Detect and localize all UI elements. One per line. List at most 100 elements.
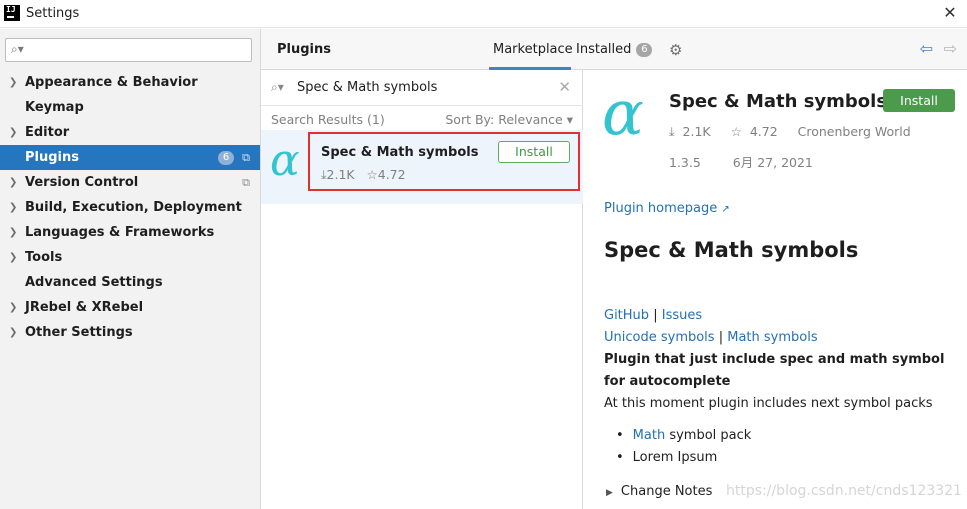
chevron-right-icon: ❯ — [9, 227, 18, 238]
sidebar-item-other-settings[interactable]: ❯ Other Settings — [0, 320, 260, 345]
settings-sidebar: ⌕▾ ❯ Appearance & Behavior Keymap ❯ Edit… — [0, 29, 261, 509]
math-symbols-link[interactable]: Math symbols — [727, 330, 817, 345]
plugin-detail-rating: 4.72 — [749, 124, 778, 139]
plugin-date: 6月 27, 2021 — [732, 155, 813, 170]
plugin-logo-icon: α — [602, 76, 644, 149]
sidebar-item-build-execution-deployment[interactable]: ❯ Build, Execution, Deployment — [0, 195, 260, 220]
plugin-version-info: 1.3.5 6月 27, 2021 — [669, 152, 813, 171]
sidebar-item-label: Tools — [25, 250, 63, 265]
plugin-logo-icon: α — [270, 135, 300, 186]
settings-window: IJ Settings ✕ ⌕▾ ❯ Appearance & Behavior… — [0, 0, 967, 509]
symbol-pack-list: Math symbol pack Lorem Ipsum — [604, 425, 954, 469]
plugin-name: Spec & Math symbols — [321, 145, 479, 160]
sidebar-item-label: Editor — [25, 125, 70, 140]
description-text: At this moment plugin includes next symb… — [604, 396, 933, 411]
sidebar-item-languages-frameworks[interactable]: ❯ Languages & Frameworks — [0, 220, 260, 245]
sidebar-item-label: Advanced Settings — [25, 275, 163, 290]
plugin-stats: ⤓2.1K ☆4.72 — [321, 167, 406, 183]
plugin-list-panel: ⌕▾ Spec & Math symbols ✕ Search Results … — [261, 70, 583, 509]
installed-count-badge: 6 — [636, 43, 653, 57]
sidebar-item-label: Languages & Frameworks — [25, 225, 215, 240]
plugins-header: Plugins Marketplace Installed 6 ⚙ ⇦ ⇨ — [261, 29, 967, 70]
gear-icon[interactable]: ⚙ — [669, 41, 682, 59]
description-heading: Spec & Math symbols — [604, 238, 859, 262]
change-notes-label: Change Notes — [620, 484, 713, 499]
list-item: Lorem Ipsum — [616, 447, 954, 469]
sidebar-item-jrebel-xrebel[interactable]: ❯ JRebel & XRebel — [0, 295, 260, 320]
search-icon: ⌕▾ — [271, 80, 284, 94]
plugin-vendor[interactable]: Cronenberg World — [798, 124, 911, 139]
sidebar-item-appearance-behavior[interactable]: ❯ Appearance & Behavior — [0, 70, 260, 95]
project-settings-icon: ⧉ — [242, 176, 250, 189]
back-arrow-icon[interactable]: ⇦ — [920, 39, 933, 58]
chevron-right-icon: ❯ — [9, 252, 18, 263]
clear-icon[interactable]: ✕ — [558, 78, 571, 96]
list-item-text: symbol pack — [665, 428, 752, 443]
sidebar-item-label: JRebel & XRebel — [25, 300, 144, 315]
plugin-search-value: Spec & Math symbols — [297, 80, 438, 95]
links-row: Unicode symbols | Math symbols — [604, 330, 818, 345]
sidebar-item-editor[interactable]: ❯ Editor — [0, 120, 260, 145]
sidebar-item-label: Keymap — [25, 100, 84, 115]
sidebar-item-label: Other Settings — [25, 325, 133, 340]
triangle-right-icon: ▶ — [606, 488, 613, 498]
plugin-detail-downloads: 2.1K — [682, 124, 711, 139]
plugin-downloads: 2.1K — [326, 167, 355, 182]
sidebar-item-tools[interactable]: ❯ Tools — [0, 245, 260, 270]
sidebar-item-label: Appearance & Behavior — [25, 75, 198, 90]
sidebar-item-label: Version Control — [25, 175, 139, 190]
plugin-rating: 4.72 — [377, 167, 406, 182]
sidebar-item-advanced-settings[interactable]: Advanced Settings — [0, 270, 260, 295]
plugin-details-panel: α Spec & Math symbols Install ⤓ 2.1K ☆ 4.7… — [584, 70, 967, 509]
chevron-right-icon: ❯ — [9, 302, 18, 313]
sort-dropdown[interactable]: Sort By: Relevance ▾ — [445, 112, 573, 127]
sidebar-item-version-control[interactable]: ❯ Version Control ⧉ — [0, 170, 260, 195]
change-notes-toggle[interactable]: ▶ Change Notes — [606, 484, 712, 499]
plugin-version: 1.3.5 — [669, 155, 701, 170]
unicode-symbols-link[interactable]: Unicode symbols — [604, 330, 715, 345]
links-row: GitHub | Issues — [604, 308, 703, 323]
tab-installed-label: Installed — [576, 42, 632, 57]
sidebar-item-keymap[interactable]: Keymap — [0, 95, 260, 120]
plugin-homepage-label: Plugin homepage — [604, 201, 718, 216]
external-link-icon: ↗ — [721, 204, 730, 215]
chevron-right-icon: ❯ — [9, 202, 18, 213]
list-item: Math symbol pack — [616, 425, 954, 447]
window-title: Settings — [26, 6, 80, 21]
plugin-homepage-link[interactable]: Plugin homepage ↗ — [604, 201, 730, 216]
plugins-count-badge: 6 — [218, 151, 234, 165]
search-results-count: Search Results (1) — [271, 112, 385, 127]
sidebar-item-plugins[interactable]: Plugins 6 ⧉ — [0, 145, 260, 170]
watermark: https://blog.csdn.net/cnds123321 — [726, 483, 962, 499]
forward-arrow-icon[interactable]: ⇨ — [944, 39, 957, 58]
star-icon: ☆ — [366, 167, 378, 182]
plugin-search-field[interactable]: ⌕▾ Spec & Math symbols ✕ — [261, 70, 583, 106]
sort-label: Sort By: Relevance — [445, 112, 563, 127]
issues-link[interactable]: Issues — [662, 308, 702, 323]
install-button[interactable]: Install — [498, 141, 570, 163]
plugin-detail-stats: ⤓ 2.1K ☆ 4.72 Cronenberg World — [669, 124, 919, 140]
math-link[interactable]: Math — [633, 428, 666, 443]
plugin-description: GitHub | Issues Unicode symbols | Math s… — [604, 305, 954, 469]
chevron-right-icon: ❯ — [9, 127, 18, 138]
settings-search-input[interactable]: ⌕▾ — [5, 38, 252, 62]
results-bar: Search Results (1) Sort By: Relevance ▾ — [271, 112, 573, 128]
github-link[interactable]: GitHub — [604, 308, 649, 323]
chevron-right-icon: ❯ — [9, 77, 18, 88]
download-icon: ⤓ — [669, 124, 675, 139]
install-button[interactable]: Install — [883, 89, 955, 112]
tab-marketplace[interactable]: Marketplace — [493, 42, 573, 57]
settings-tree: ❯ Appearance & Behavior Keymap ❯ Editor … — [0, 70, 260, 345]
list-item-text: Lorem Ipsum — [632, 450, 718, 465]
plugin-list-item[interactable]: α Spec & Math symbols ⤓2.1K ☆4.72 Instal… — [261, 130, 583, 204]
close-icon[interactable]: ✕ — [941, 4, 959, 22]
page-title: Plugins — [277, 42, 331, 57]
project-settings-icon: ⧉ — [242, 151, 250, 164]
sidebar-item-label: Plugins — [25, 150, 79, 165]
description-bold-text: Plugin that just include spec and math s… — [604, 352, 945, 389]
star-icon: ☆ — [730, 124, 742, 139]
tab-installed[interactable]: Installed 6 — [576, 42, 653, 57]
plugin-detail-name: Spec & Math symbols — [669, 91, 888, 112]
chevron-right-icon: ❯ — [9, 177, 18, 188]
chevron-right-icon: ❯ — [9, 327, 18, 338]
